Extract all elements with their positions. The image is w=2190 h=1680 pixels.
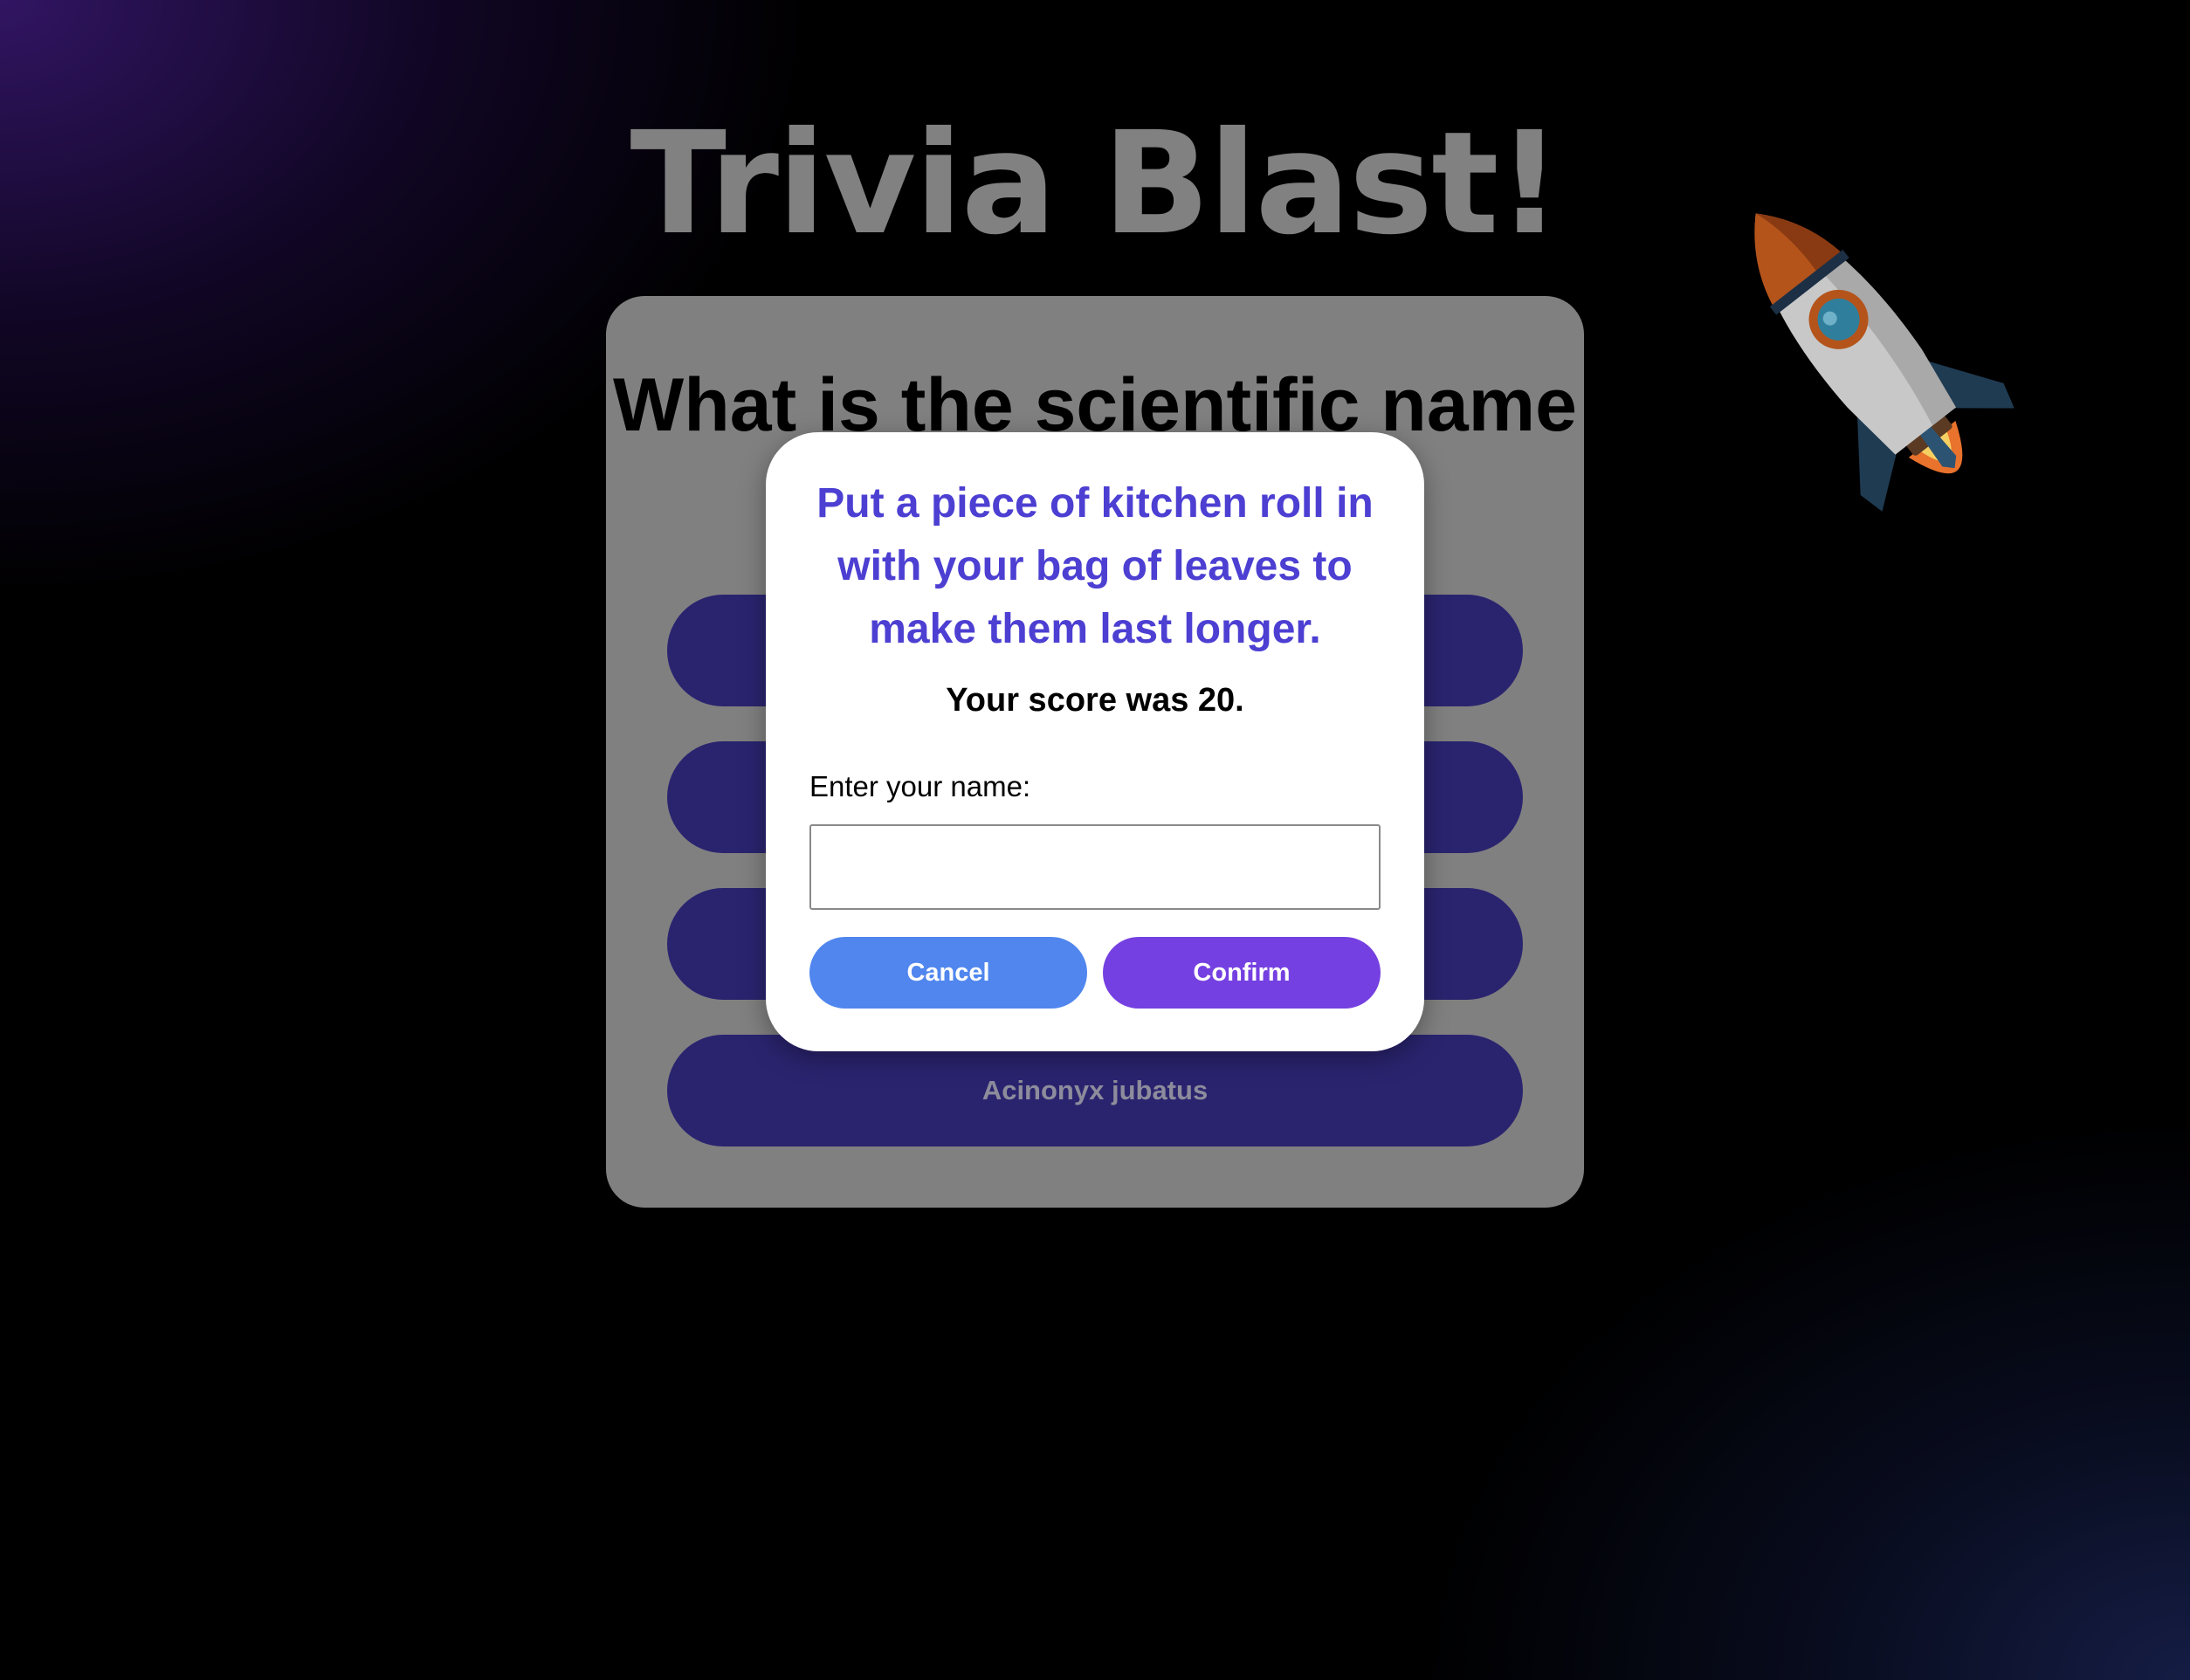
rocket-icon: [1754, 213, 2014, 512]
score-modal: Put a piece of kitchen roll in with your…: [766, 432, 1424, 1051]
fact-text: Put a piece of kitchen roll in with your…: [816, 480, 1374, 652]
answer-button-4[interactable]: Acinonyx jubatus: [667, 1035, 1523, 1146]
cancel-button[interactable]: Cancel: [809, 937, 1087, 1009]
name-label: Enter your name:: [809, 770, 1031, 802]
name-input[interactable]: [809, 824, 1381, 910]
score-text: Your score was 20.: [946, 682, 1244, 719]
confirm-button[interactable]: Confirm: [1103, 937, 1381, 1009]
